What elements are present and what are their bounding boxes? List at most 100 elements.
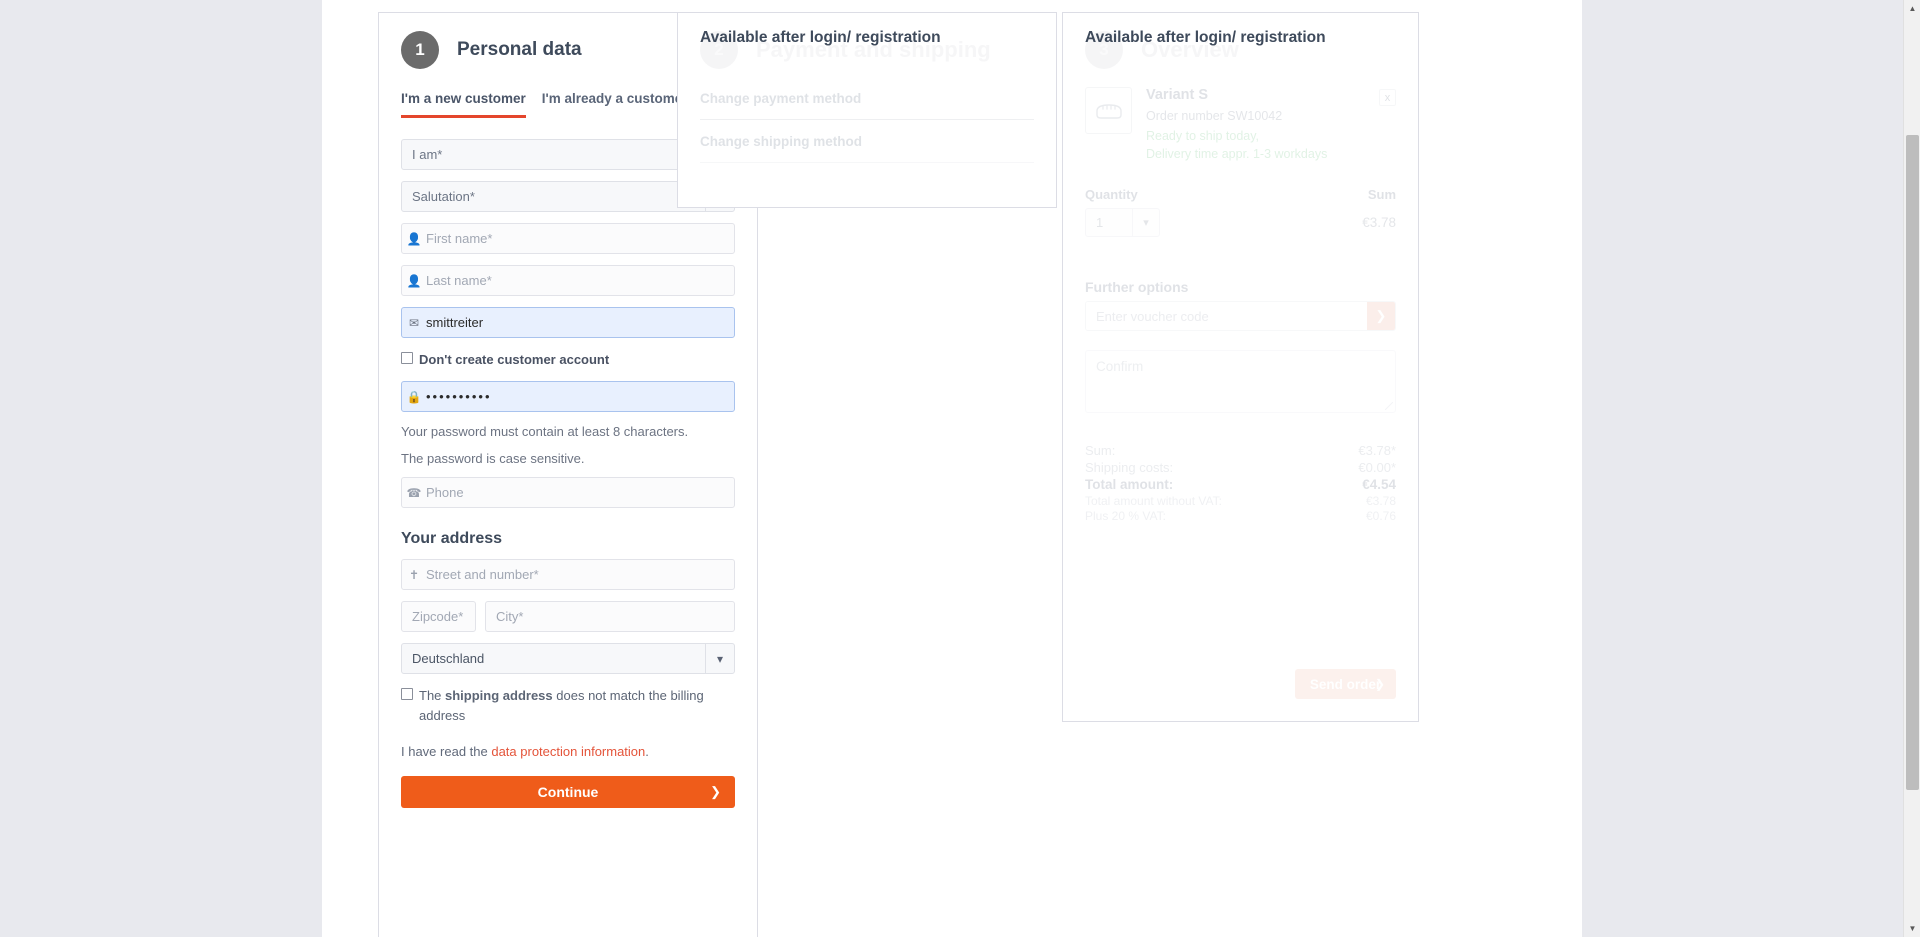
quantity-sum-row: 1 ▾ €3.78 bbox=[1085, 208, 1396, 237]
user-icon: 👤 bbox=[406, 273, 422, 288]
lock-icon: 🔒 bbox=[406, 389, 422, 404]
zipcode-field[interactable]: Zipcode* bbox=[401, 601, 476, 633]
continue-button-label: Continue bbox=[537, 784, 599, 801]
salutation-select-value: Salutation* bbox=[412, 189, 475, 204]
resize-grip-icon[interactable] bbox=[1385, 402, 1393, 410]
chevron-down-icon: ▾ bbox=[705, 644, 734, 674]
map-marker-icon: ✝ bbox=[408, 567, 420, 582]
scroll-down-arrow-icon[interactable]: ▼ bbox=[1904, 920, 1920, 937]
last-name-placeholder: Last name* bbox=[426, 273, 492, 288]
order-totals: Sum: €3.78* Shipping costs: €0.00* Total… bbox=[1085, 443, 1396, 524]
bread-loaf-icon bbox=[1095, 103, 1122, 119]
product-info: Variant S Order number SW10042 Ready to … bbox=[1146, 87, 1396, 161]
zip-city-row: Zipcode* City* bbox=[401, 601, 735, 633]
product-thumbnail[interactable] bbox=[1085, 87, 1132, 134]
total-label: Total amount: bbox=[1085, 477, 1174, 493]
total-value: €4.54 bbox=[1362, 477, 1396, 493]
shipping-address-label: The shipping address does not match the … bbox=[419, 686, 735, 726]
browser-viewport: 1 Personal data I'm a new customer I'm a… bbox=[0, 0, 1920, 937]
product-order-number: Order number SW10042 bbox=[1146, 109, 1283, 123]
voucher-input[interactable] bbox=[1086, 302, 1367, 330]
scroll-up-arrow-icon[interactable]: ▲ bbox=[1904, 0, 1920, 17]
password-field[interactable]: 🔒 •••••••••• bbox=[401, 381, 735, 413]
shipping-address-row[interactable]: The shipping address does not match the … bbox=[401, 686, 735, 726]
country-select-value: Deutschland bbox=[412, 651, 485, 667]
confirm-textarea[interactable]: Confirm bbox=[1085, 350, 1396, 413]
data-protection-text: I have read the data protection informat… bbox=[401, 744, 735, 759]
email-field[interactable]: ✉ smittreiter bbox=[401, 307, 735, 338]
step-3-disabled-content: 3 Overview Variant S Order number SW1004… bbox=[1063, 13, 1418, 721]
data-protection-link[interactable]: data protection information bbox=[491, 744, 645, 759]
continue-button[interactable]: Continue ❯ bbox=[401, 776, 735, 809]
remove-product-icon[interactable]: x bbox=[1379, 89, 1396, 106]
total-label: Sum: bbox=[1085, 443, 1116, 458]
vertical-scrollbar[interactable]: ▲ ▼ bbox=[1903, 0, 1920, 937]
quantity-sum-headers: Quantity Sum bbox=[1085, 187, 1396, 202]
voucher-group: ❯ bbox=[1085, 301, 1396, 331]
quantity-value: 1 bbox=[1096, 215, 1104, 230]
no-customer-account-row[interactable]: Don't create customer account bbox=[401, 350, 735, 370]
no-customer-account-checkbox[interactable] bbox=[401, 352, 413, 364]
password-hint-case: The password is case sensitive. bbox=[401, 451, 585, 467]
street-field[interactable]: ✝ Street and number* bbox=[401, 559, 735, 591]
order-product-row: Variant S Order number SW10042 Ready to … bbox=[1085, 87, 1396, 161]
chevron-right-icon: ❯ bbox=[1374, 677, 1385, 691]
step-2-availability-note: Available after login/ registration bbox=[700, 29, 941, 46]
password-value: •••••••••• bbox=[426, 389, 492, 405]
shipping-address-checkbox[interactable] bbox=[401, 688, 413, 701]
overview-body: Variant S Order number SW10042 Ready to … bbox=[1063, 69, 1418, 524]
first-name-placeholder: First name* bbox=[426, 231, 493, 246]
scrollbar-thumb[interactable] bbox=[1906, 135, 1919, 790]
city-field[interactable]: City* bbox=[485, 601, 735, 633]
total-row-sum: Sum: €3.78* bbox=[1085, 443, 1396, 460]
quantity-select[interactable]: 1 ▾ bbox=[1085, 208, 1160, 237]
total-value: €0.76 bbox=[1365, 508, 1396, 523]
user-icon: 👤 bbox=[406, 231, 422, 246]
total-row-vat: Plus 20 % VAT: €0.76 bbox=[1085, 509, 1396, 524]
panel-overview: Available after login/ registration 3 Ov… bbox=[1062, 12, 1419, 722]
last-name-field[interactable]: 👤 Last name* bbox=[401, 265, 735, 296]
phone-field[interactable]: ☎ Phone bbox=[401, 477, 735, 509]
tab-new-customer[interactable]: I'm a new customer bbox=[401, 91, 526, 118]
email-value: smittreiter bbox=[426, 315, 484, 330]
i-am-select-value: I am* bbox=[412, 147, 443, 162]
shipping-label-bold: shipping address bbox=[445, 688, 553, 704]
total-label: Total amount without VAT: bbox=[1085, 493, 1222, 508]
step-2-links: Change payment method Change shipping me… bbox=[678, 69, 1056, 163]
legal-post: . bbox=[645, 744, 649, 760]
product-stock-status: Ready to ship today, bbox=[1146, 129, 1260, 143]
chevron-down-icon: ▾ bbox=[1132, 209, 1159, 236]
change-shipping-method-link[interactable]: Change shipping method bbox=[700, 120, 1034, 163]
no-customer-account-label: Don't create customer account bbox=[419, 352, 610, 367]
legal-pre: I have read the bbox=[401, 744, 492, 760]
product-name[interactable]: Variant S bbox=[1146, 87, 1396, 103]
send-order-button[interactable]: Send order ❯ bbox=[1295, 669, 1396, 699]
personal-data-form: I am* ▾ Salutation* ▾ 👤 First name* 👤 La… bbox=[379, 118, 757, 809]
phone-icon: ☎ bbox=[406, 485, 422, 500]
total-label: Shipping costs: bbox=[1085, 459, 1174, 475]
chevron-right-icon: ❯ bbox=[710, 784, 721, 800]
first-name-field[interactable]: 👤 First name* bbox=[401, 223, 735, 254]
step-1-badge: 1 bbox=[401, 31, 439, 69]
shipping-label-pre: The bbox=[419, 688, 446, 704]
panel-payment-shipping: Available after login/ registration 2 Pa… bbox=[677, 12, 1057, 208]
send-order-label: Send order bbox=[1309, 676, 1382, 692]
further-options-title: Further options bbox=[1085, 279, 1189, 295]
address-section-title: Your address bbox=[401, 530, 503, 548]
zipcode-placeholder: Zipcode* bbox=[412, 609, 464, 625]
total-value: €3.78* bbox=[1358, 443, 1396, 458]
street-placeholder: Street and number* bbox=[426, 567, 539, 583]
line-sum-value: €3.78 bbox=[1362, 215, 1396, 230]
voucher-submit-button[interactable]: ❯ bbox=[1367, 302, 1395, 330]
product-delivery-time: Delivery time appr. 1-3 workdays bbox=[1146, 147, 1328, 161]
total-row-shipping: Shipping costs: €0.00* bbox=[1085, 460, 1396, 477]
quantity-header: Quantity bbox=[1085, 187, 1138, 202]
total-value: €0.00* bbox=[1358, 459, 1396, 475]
country-select[interactable]: Deutschland ▾ bbox=[401, 643, 735, 675]
change-payment-method-link[interactable]: Change payment method bbox=[700, 77, 1034, 120]
total-value: €3.78 bbox=[1365, 493, 1396, 508]
total-row-without-vat: Total amount without VAT: €3.78 bbox=[1085, 494, 1396, 509]
tab-existing-customer[interactable]: I'm already a customer. bbox=[542, 91, 691, 118]
sum-header: Sum bbox=[1367, 187, 1396, 202]
total-row-amount: Total amount: €4.54 bbox=[1085, 476, 1396, 493]
